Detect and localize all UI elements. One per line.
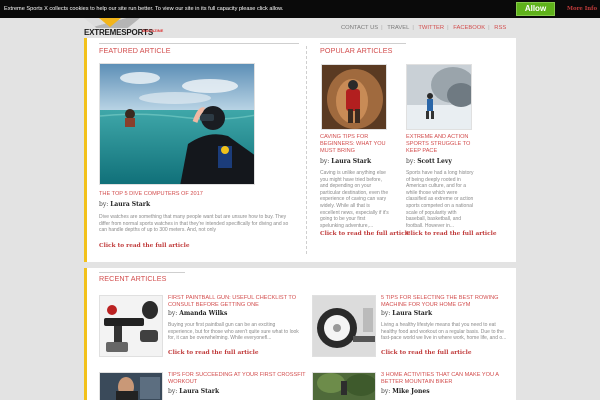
- popular-byline-2: by: Scott Levy: [406, 158, 452, 165]
- allow-cookies-button[interactable]: Allow: [516, 2, 555, 16]
- recent-byline-4: by: Mike Jones: [381, 388, 430, 395]
- popular-byline-1: by: Laura Stark: [320, 158, 371, 165]
- section-divider: [320, 43, 406, 44]
- recent-article-image-3[interactable]: [99, 372, 163, 400]
- recent-article-image-2[interactable]: [312, 295, 376, 357]
- recent-article-title-4[interactable]: 3 HOME ACTIVITIES THAT CAN MAKE YOU A BE…: [381, 372, 511, 386]
- byline-prefix: by:: [320, 158, 330, 165]
- featured-article-image[interactable]: [99, 63, 255, 185]
- popular-read-more-link-2[interactable]: Click to read the full article: [406, 231, 497, 237]
- paintball-gun-photo: [100, 296, 162, 356]
- recent-section-title: RECENT ARTICLES: [99, 274, 167, 283]
- recent-panel: RECENT ARTICLES FIRST PAINTBALL GUN: USE…: [84, 268, 516, 400]
- recent-article-image-1[interactable]: [99, 295, 163, 357]
- recent-byline-1: by: Amanda Wilks: [168, 310, 227, 317]
- nav-separator: |: [488, 25, 490, 31]
- site-logo[interactable]: EXTREMESPORTS MAGAZINE EXTREMESPORTSMAGA…: [84, 18, 164, 41]
- top-panel: FEATURED ARTICLE THE TOP 5 DIVE COMPUTER…: [84, 38, 516, 262]
- mountain-bike-photo: [313, 373, 375, 400]
- byline-prefix: by:: [99, 201, 109, 208]
- section-divider: [99, 272, 185, 273]
- recent-read-more-link-1[interactable]: Click to read the full article: [168, 350, 259, 356]
- cookie-message: Extreme Sports X collects cookies to hel…: [4, 6, 284, 12]
- featured-excerpt: Dive watches are something that many peo…: [99, 214, 289, 234]
- popular-article-title-2[interactable]: EXTREME AND ACTION SPORTS STRUGGLE TO KE…: [406, 134, 476, 155]
- cookie-consent-bar: Extreme Sports X collects cookies to hel…: [0, 0, 600, 18]
- featured-article-title[interactable]: THE TOP 5 DIVE COMPUTERS OF 2017: [99, 191, 259, 198]
- nav-contact-us[interactable]: CONTACT US: [341, 25, 378, 31]
- popular-excerpt-2: Sports have had a long history of being …: [406, 170, 474, 228]
- featured-read-more-link[interactable]: Click to read the full article: [99, 243, 190, 249]
- logo-badge: MAGAZINE: [142, 28, 164, 33]
- nav-facebook[interactable]: FACEBOOK: [453, 25, 485, 31]
- rowing-machine-photo: [313, 296, 375, 356]
- snow-photo: [407, 65, 471, 129]
- byline-prefix: by:: [406, 158, 416, 165]
- byline-prefix: by:: [381, 388, 391, 395]
- popular-article-image-2[interactable]: [406, 64, 472, 130]
- recent-byline-2: by: Laura Stark: [381, 310, 432, 317]
- nav-separator: |: [381, 25, 383, 31]
- byline-prefix: by:: [168, 388, 178, 395]
- popular-read-more-link-1[interactable]: Click to read the full article: [320, 231, 411, 237]
- section-divider: [99, 43, 299, 44]
- popular-article-title-1[interactable]: CAVING TIPS FOR BEGINNERS: WHAT YOU MUST…: [320, 134, 390, 155]
- nav-travel[interactable]: TRAVEL: [387, 25, 409, 31]
- byline-prefix: by:: [381, 310, 391, 317]
- popular-author-2[interactable]: Scott Levy: [417, 158, 452, 165]
- recent-byline-3: by: Laura Stark: [168, 388, 219, 395]
- recent-author-1[interactable]: Amanda Wilks: [179, 310, 227, 317]
- popular-excerpt-1: Caving is unlike anything else you might…: [320, 170, 389, 228]
- recent-author-3[interactable]: Laura Stark: [179, 388, 219, 395]
- popular-section-title: POPULAR ARTICLES: [320, 46, 393, 55]
- recent-excerpt-2: Living a healthy lifestyle means that yo…: [381, 322, 507, 342]
- top-nav: CONTACT US | TRAVEL | TWITTER | FACEBOOK | R…: [341, 25, 508, 31]
- accent-bar: [84, 268, 87, 400]
- featured-section-title: FEATURED ARTICLE: [99, 46, 171, 55]
- featured-byline: by: Laura Stark: [99, 201, 150, 208]
- column-divider: [306, 46, 307, 254]
- nav-twitter[interactable]: TWITTER: [418, 25, 444, 31]
- cave-photo: [322, 65, 386, 129]
- recent-author-2[interactable]: Laura Stark: [392, 310, 432, 317]
- recent-excerpt-1: Buying your first paintball gun can be a…: [168, 322, 299, 342]
- nav-separator: |: [412, 25, 414, 31]
- recent-read-more-link-2[interactable]: Click to read the full article: [381, 350, 472, 356]
- recent-article-image-4[interactable]: [312, 372, 376, 400]
- crossfit-photo: [100, 373, 162, 400]
- nav-separator: |: [447, 25, 449, 31]
- recent-article-title-1[interactable]: FIRST PAINTBALL GUN: USEFUL CHECKLIST TO…: [168, 295, 308, 309]
- recent-article-title-3[interactable]: TIPS FOR SUCCEEDING AT YOUR FIRST CROSSF…: [168, 372, 308, 386]
- diver-photo: [100, 64, 254, 184]
- recent-author-4[interactable]: Mike Jones: [392, 388, 429, 395]
- featured-author[interactable]: Laura Stark: [110, 201, 150, 208]
- more-info-link[interactable]: More Info: [567, 6, 597, 12]
- recent-article-title-2[interactable]: 5 TIPS FOR SELECTING THE BEST ROWING MAC…: [381, 295, 511, 309]
- accent-bar: [84, 38, 87, 262]
- nav-rss[interactable]: RSS: [494, 25, 506, 31]
- byline-prefix: by:: [168, 310, 178, 317]
- popular-author-1[interactable]: Laura Stark: [331, 158, 371, 165]
- popular-article-image-1[interactable]: [321, 64, 387, 130]
